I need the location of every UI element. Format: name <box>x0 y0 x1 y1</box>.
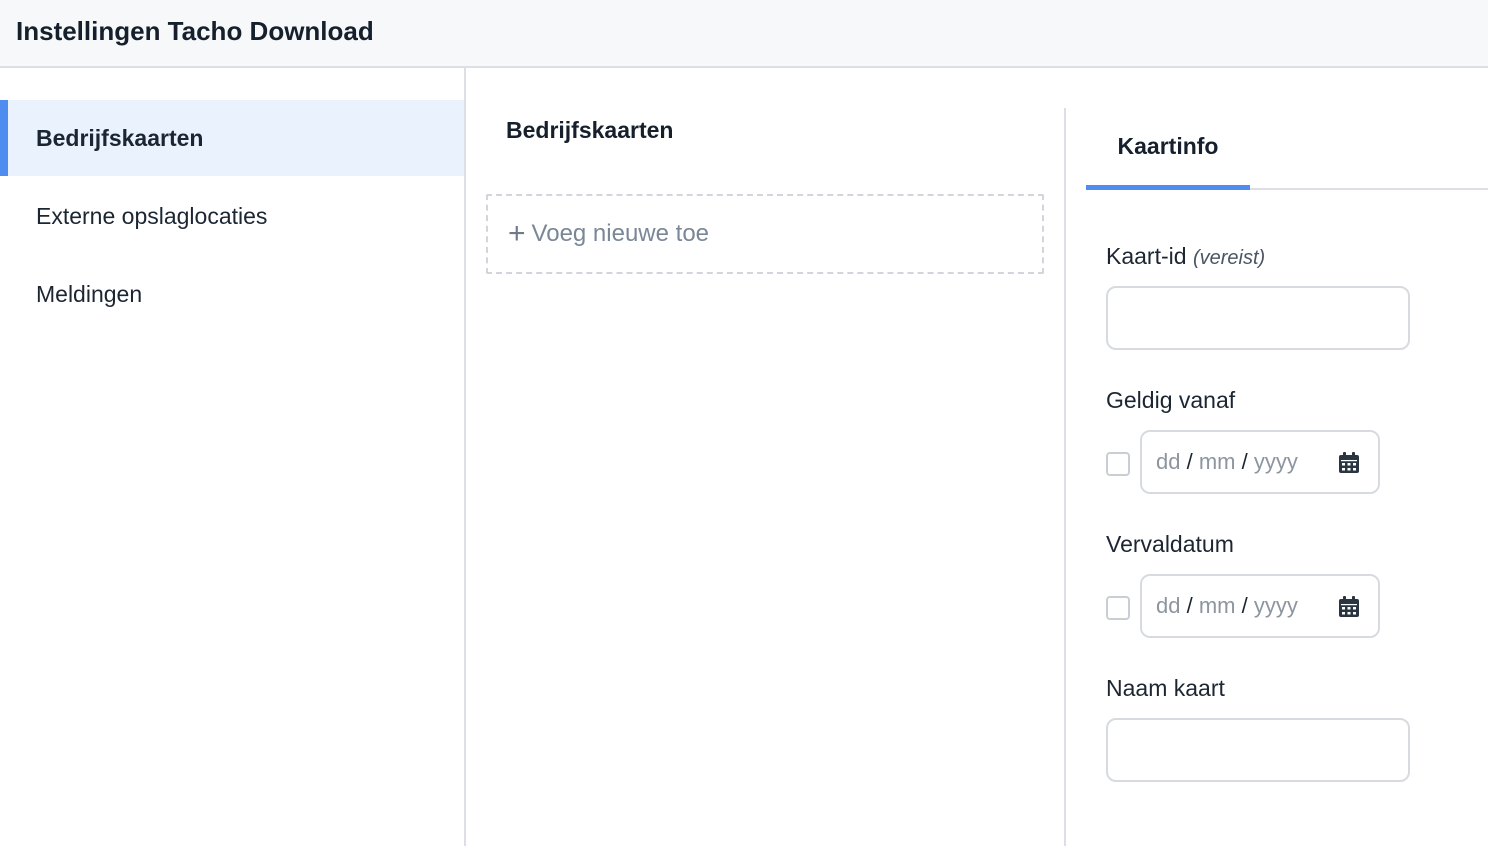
date-separator: / <box>1241 449 1248 474</box>
year-placeholder: yyyy <box>1253 449 1298 474</box>
month-placeholder: mm <box>1198 449 1236 474</box>
valid-from-label: Geldig vanaf <box>1106 387 1236 413</box>
cards-panel-title: Bedrijfskaarten <box>506 117 674 143</box>
day-placeholder: dd <box>1156 593 1181 618</box>
day-placeholder: dd <box>1156 449 1181 474</box>
settings-sidebar: Bedrijfskaarten Externe opslaglocaties M… <box>0 68 466 846</box>
calendar-icon[interactable] <box>1338 452 1360 474</box>
month-placeholder: mm <box>1198 593 1236 618</box>
cards-panel: Bedrijfskaarten + Voeg nieuwe toe <box>466 68 1066 846</box>
sidebar-item-externe-opslaglocaties[interactable]: Externe opslaglocaties <box>0 178 464 254</box>
card-info-panel: Kaartinfo Kaart-id (vereist) Geldig vana… <box>1066 68 1488 846</box>
card-id-input[interactable] <box>1106 286 1410 350</box>
app-header: Instellingen Tacho Download <box>0 0 1488 68</box>
add-new-card-label: Voeg nieuwe toe <box>531 220 710 247</box>
card-id-label: Kaart-id (vereist) <box>1106 242 1265 272</box>
required-note: (vereist) <box>1192 247 1266 269</box>
card-info-tabs: Kaartinfo <box>1086 118 1488 190</box>
tab-kaartinfo[interactable]: Kaartinfo <box>1086 118 1250 190</box>
valid-from-date-placeholder: dd / mm / yyyy <box>1156 432 1298 492</box>
plus-icon: + <box>508 217 526 250</box>
year-placeholder: yyyy <box>1253 593 1298 618</box>
date-separator: / <box>1241 593 1248 618</box>
add-new-card-button[interactable]: + Voeg nieuwe toe <box>486 194 1044 274</box>
expiry-label: Vervaldatum <box>1106 531 1234 557</box>
expiry-date-input[interactable]: dd / mm / yyyy <box>1140 574 1380 638</box>
expiry-date-placeholder: dd / mm / yyyy <box>1156 576 1298 636</box>
date-separator: / <box>1186 593 1193 618</box>
sidebar-item-meldingen[interactable]: Meldingen <box>0 256 464 332</box>
date-separator: / <box>1186 449 1193 474</box>
page-title: Instellingen Tacho Download <box>16 16 374 46</box>
card-id-label-text: Kaart-id <box>1106 243 1187 269</box>
card-name-label: Naam kaart <box>1106 675 1225 701</box>
valid-from-checkbox[interactable] <box>1106 452 1130 476</box>
calendar-icon[interactable] <box>1338 596 1360 618</box>
expiry-checkbox[interactable] <box>1106 596 1130 620</box>
sidebar-item-bedrijfskaarten[interactable]: Bedrijfskaarten <box>0 100 464 176</box>
card-name-input[interactable] <box>1106 718 1410 782</box>
valid-from-date-input[interactable]: dd / mm / yyyy <box>1140 430 1380 494</box>
